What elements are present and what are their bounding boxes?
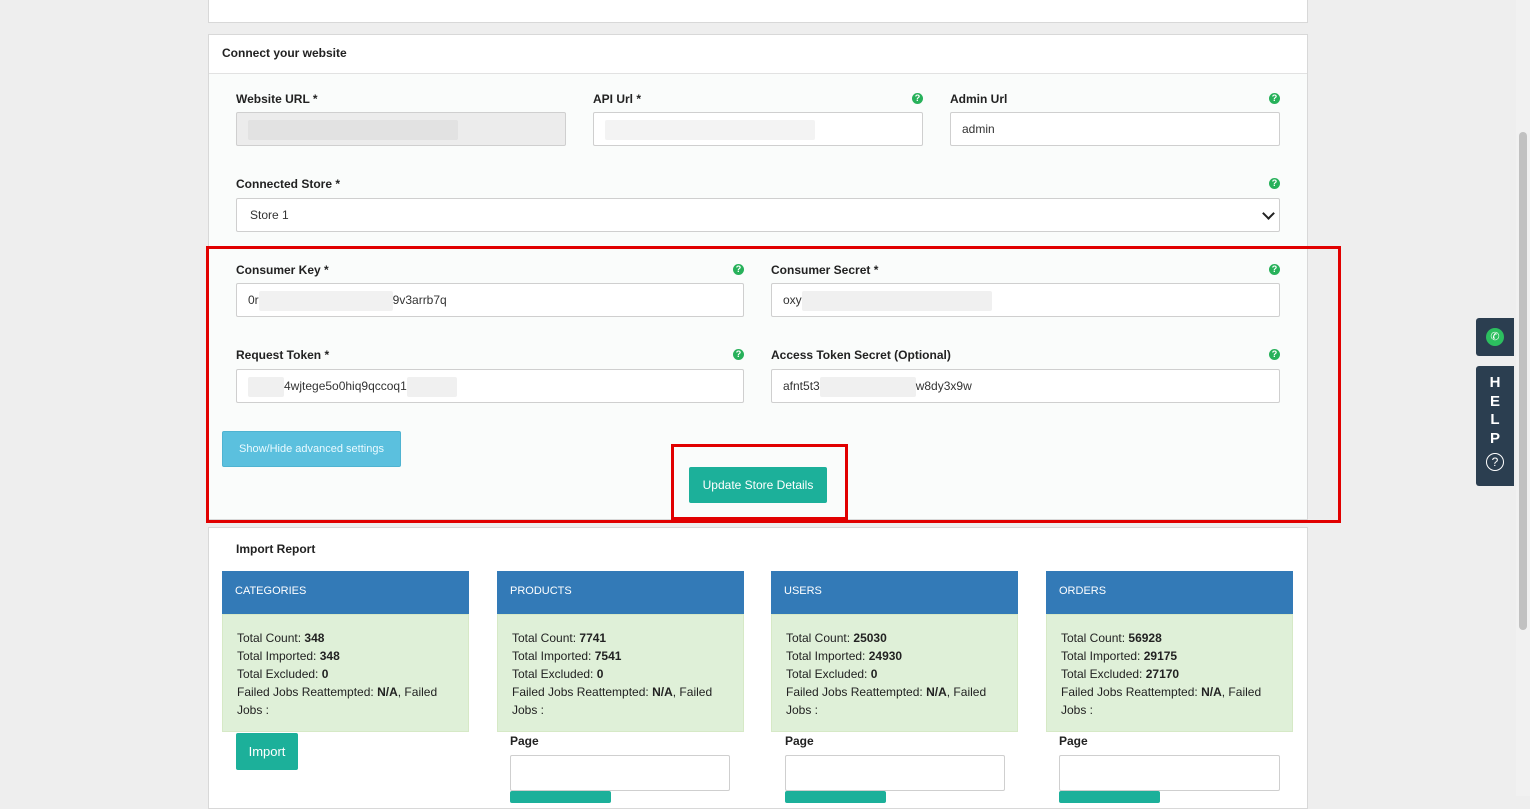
card-body: Total Count: 7741 Total Imported: 7541 T… — [497, 614, 744, 732]
help-icon[interactable]: ? — [912, 93, 923, 104]
api-url-field[interactable] — [593, 112, 923, 146]
total-excluded: 0 — [321, 667, 329, 681]
users-card: USERS Total Count: 25030 Total Imported:… — [771, 571, 1018, 732]
total-imported: 29175 — [1143, 649, 1178, 663]
total-count: 7741 — [579, 631, 607, 645]
total-imported: 348 — [319, 649, 340, 663]
card-header: USERS — [771, 571, 1018, 614]
failed-reattempted: N/A — [652, 685, 673, 699]
card-header: CATEGORIES — [222, 571, 469, 614]
failed-reattempted: N/A — [377, 685, 398, 699]
connected-store-select[interactable]: Store 1 — [236, 198, 1280, 232]
total-imported: 7541 — [594, 649, 622, 663]
page-label: Page — [785, 734, 814, 748]
page-label: Page — [1059, 734, 1088, 748]
page-label: Page — [510, 734, 539, 748]
card-body: Total Count: 56928 Total Imported: 29175… — [1046, 614, 1293, 732]
total-count: 25030 — [853, 631, 887, 645]
website-url-label: Website URL * — [236, 92, 318, 106]
total-count: 348 — [304, 631, 325, 645]
page-input[interactable] — [785, 755, 1005, 791]
total-excluded: 27170 — [1145, 667, 1180, 681]
import-report-panel: Import Report CATEGORIES Total Count: 34… — [208, 527, 1308, 809]
orders-import-button[interactable] — [1059, 791, 1160, 803]
admin-url-field[interactable]: admin — [950, 112, 1280, 146]
admin-url-label: Admin Url — [950, 92, 1008, 106]
products-card: PRODUCTS Total Count: 7741 Total Importe… — [497, 571, 744, 732]
scrollbar[interactable] — [1516, 0, 1530, 796]
panel-header: Connect your website — [209, 35, 1307, 74]
total-count: 56928 — [1128, 631, 1162, 645]
card-body: Total Count: 348 Total Imported: 348 Tot… — [222, 614, 469, 732]
phone-icon: ✆ — [1486, 328, 1504, 346]
question-icon: ? — [1486, 453, 1504, 471]
page-input[interactable] — [1059, 755, 1280, 791]
failed-reattempted: N/A — [926, 685, 947, 699]
users-import-button[interactable] — [785, 791, 886, 803]
redacted-value — [605, 119, 815, 140]
products-import-button[interactable] — [510, 791, 611, 803]
chevron-down-icon — [1262, 207, 1275, 220]
help-widget[interactable]: H E L P ? — [1476, 366, 1514, 486]
total-excluded: 0 — [596, 667, 604, 681]
import-button[interactable]: Import — [236, 733, 298, 770]
api-url-label: API Url * — [593, 92, 642, 106]
top-card — [208, 0, 1308, 23]
categories-card: CATEGORIES Total Count: 348 Total Import… — [222, 571, 469, 732]
card-header: PRODUCTS — [497, 571, 744, 614]
card-body: Total Count: 25030 Total Imported: 24930… — [771, 614, 1018, 732]
card-header: ORDERS — [1046, 571, 1293, 614]
failed-reattempted: N/A — [1201, 685, 1222, 699]
help-letters: H E L P — [1489, 374, 1501, 447]
highlight-box — [671, 444, 848, 520]
scrollbar-thumb[interactable] — [1519, 132, 1527, 630]
connected-store-label: Connected Store * — [236, 177, 341, 191]
website-url-field[interactable] — [236, 112, 566, 146]
phone-widget[interactable]: ✆ — [1476, 318, 1514, 356]
orders-card: ORDERS Total Count: 56928 Total Imported… — [1046, 571, 1293, 732]
panel-title: Connect your website — [222, 46, 347, 60]
help-icon[interactable]: ? — [1269, 93, 1280, 104]
import-report-title: Import Report — [236, 542, 316, 556]
connected-store-value: Store 1 — [250, 208, 289, 222]
total-excluded: 0 — [870, 667, 878, 681]
page-input[interactable] — [510, 755, 730, 791]
help-icon[interactable]: ? — [1269, 178, 1280, 189]
total-imported: 24930 — [868, 649, 903, 663]
redacted-value — [248, 119, 458, 140]
